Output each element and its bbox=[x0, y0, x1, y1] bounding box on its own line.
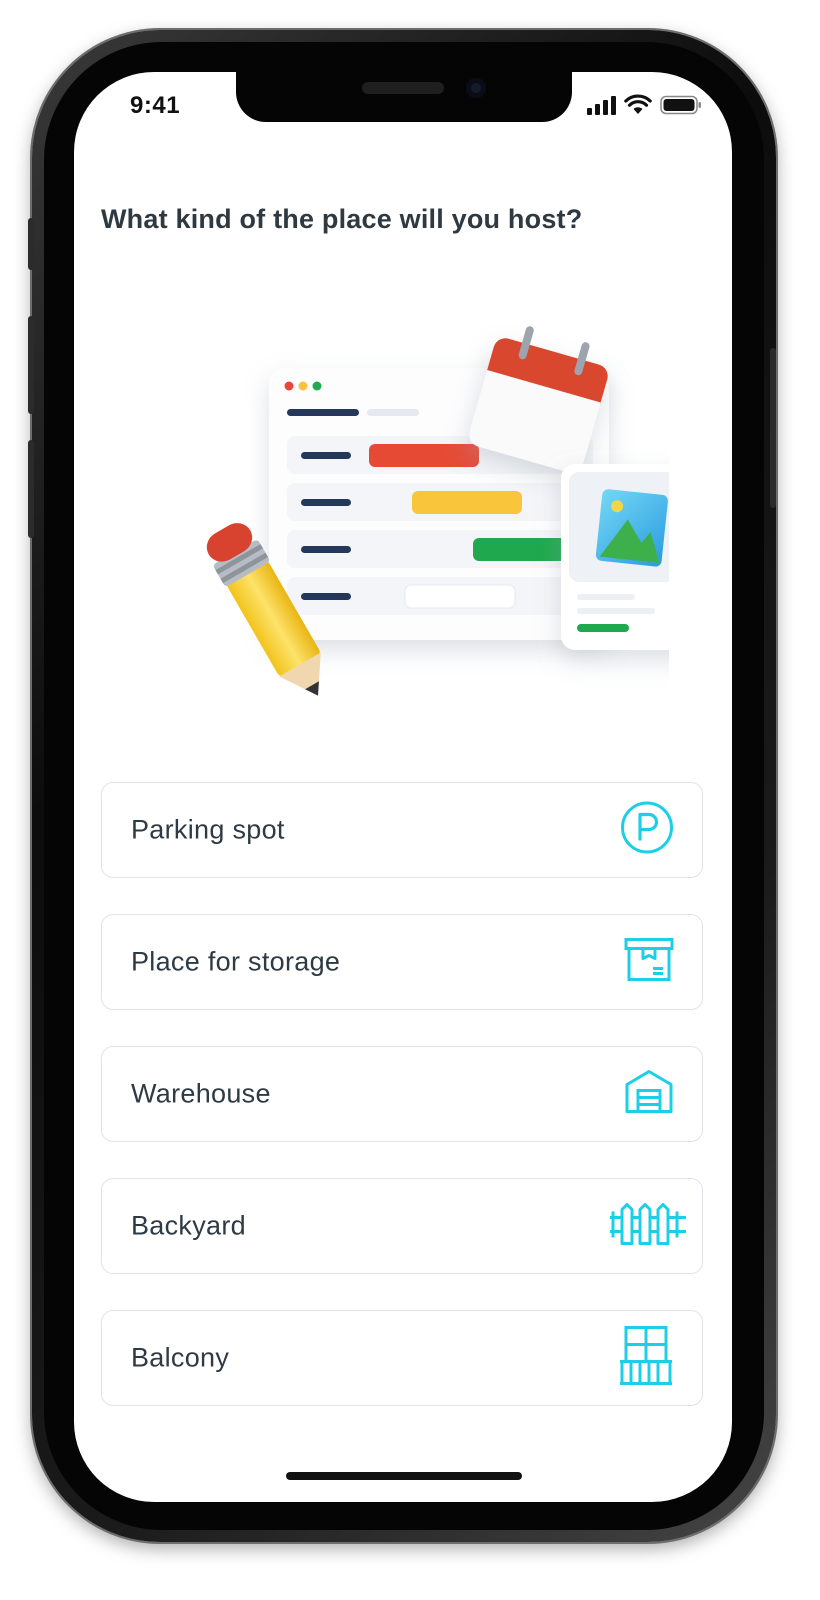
photo-card-graphic bbox=[561, 464, 669, 650]
option-label: Balcony bbox=[131, 1342, 230, 1373]
front-camera bbox=[466, 78, 486, 98]
speaker bbox=[362, 82, 444, 94]
wifi-icon bbox=[624, 94, 652, 114]
silent-switch bbox=[28, 218, 34, 270]
option-warehouse[interactable]: Warehouse bbox=[101, 1046, 703, 1142]
option-label: Backyard bbox=[131, 1210, 246, 1241]
volume-up-button bbox=[28, 316, 34, 414]
option-place-for-storage[interactable]: Place for storage bbox=[101, 914, 703, 1010]
home-indicator[interactable] bbox=[286, 1472, 522, 1480]
status-icons bbox=[586, 94, 702, 115]
option-label: Warehouse bbox=[131, 1078, 271, 1109]
warehouse-icon bbox=[624, 1069, 674, 1120]
volume-down-button bbox=[28, 440, 34, 538]
status-time: 9:41 bbox=[130, 92, 181, 119]
option-backyard[interactable]: Backyard bbox=[101, 1178, 703, 1274]
battery-icon bbox=[660, 95, 701, 114]
storage-box-icon bbox=[624, 938, 674, 987]
parking-icon bbox=[620, 801, 674, 860]
option-label: Place for storage bbox=[131, 946, 341, 977]
place-type-options: Parking spot Place for storage Warehouse… bbox=[101, 782, 703, 1442]
app-screen: 9:41 What kind of the place will you hos… bbox=[74, 72, 732, 1502]
page-title: What kind of the place will you host? bbox=[101, 204, 583, 234]
scheduler-illustration bbox=[206, 326, 669, 696]
cellular-signal-icon bbox=[587, 95, 616, 115]
option-balcony[interactable]: Balcony bbox=[101, 1310, 703, 1406]
notch bbox=[236, 72, 572, 122]
fence-icon bbox=[608, 1202, 688, 1251]
option-parking-spot[interactable]: Parking spot bbox=[101, 782, 703, 878]
balcony-icon bbox=[618, 1326, 674, 1391]
option-label: Parking spot bbox=[131, 814, 285, 845]
power-button bbox=[770, 348, 776, 508]
